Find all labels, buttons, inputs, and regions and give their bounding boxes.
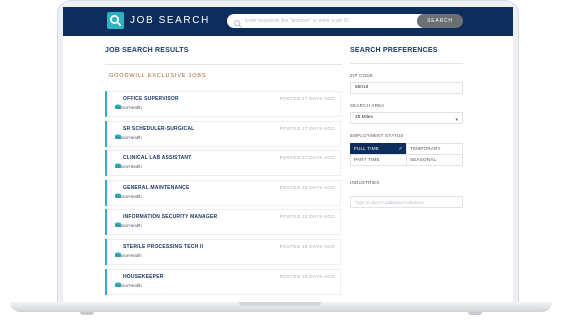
- laptop-foot-right: [468, 312, 482, 315]
- logo-text[interactable]: JOB SEARCH: [130, 15, 210, 26]
- employment-status-label: EMPLOYMENT STATUS: [350, 133, 404, 138]
- job-title[interactable]: SR SCHEDULER-SURGICAL: [123, 126, 194, 132]
- briefcase-icon: [115, 155, 121, 169]
- site-header: JOB SEARCH SEARCH: [63, 7, 513, 36]
- job-card[interactable]: HOUSEKEEPER HonorHealth POSTED 19 DAYS A…: [105, 268, 341, 295]
- option-label: PART TIME: [354, 157, 380, 162]
- job-card[interactable]: GENERAL MAINTENANCE HonorHealth POSTED 1…: [105, 179, 341, 206]
- job-posted-date: POSTED 17 DAYS AGO: [279, 155, 335, 161]
- section-label: GOODWILL EXCLUSIVE JOBS: [109, 73, 207, 79]
- job-title[interactable]: STERILE PROCESSING TECH II: [123, 244, 203, 250]
- job-posted-date: POSTED 18 DAYS AGO: [279, 184, 335, 190]
- job-company: HonorHealth: [116, 134, 142, 140]
- job-card[interactable]: STERILE PROCESSING TECH II HonorHealth P…: [105, 238, 341, 265]
- job-title[interactable]: HOUSEKEEPER: [123, 274, 164, 280]
- job-posted-date: POSTED 18 DAYS AGO: [279, 243, 335, 249]
- job-company: HonorHealth: [116, 223, 142, 229]
- job-company: HonorHealth: [116, 105, 142, 110]
- job-company: HonorHealth: [116, 164, 142, 170]
- zip-label: ZIP CODE: [350, 73, 374, 78]
- option-label: SEASONAL: [410, 157, 437, 162]
- zip-value: 85018: [355, 85, 369, 90]
- search-button[interactable]: SEARCH: [417, 14, 463, 28]
- job-posted-date: POSTED 18 DAYS AGO: [279, 214, 335, 220]
- briefcase-icon: [115, 244, 121, 257]
- job-card[interactable]: CLINICAL LAB ASSISTANT HonorHealth POSTE…: [105, 150, 341, 177]
- laptop-notch: [239, 302, 321, 306]
- job-card[interactable]: OFFICE SUPERVISOR HonorHealth POSTED 17 …: [105, 91, 341, 117]
- checkmark-icon: ✓: [398, 146, 403, 152]
- results-title: JOB SEARCH RESULTS: [105, 47, 189, 54]
- job-title[interactable]: GENERAL MAINTENANCE: [123, 185, 190, 191]
- search-area-select[interactable]: 25 Miles ▾: [350, 112, 463, 124]
- job-card[interactable]: INFORMATION SECURITY MANAGER HonorHealth…: [105, 209, 341, 236]
- job-posted-date: POSTED 17 DAYS AGO: [279, 125, 335, 131]
- briefcase-icon: [115, 96, 121, 109]
- chevron-down-icon: ▾: [455, 117, 458, 123]
- browser-screen: JOB SEARCH SEARCH JOB SEARCH RESULTS GOO…: [63, 7, 513, 302]
- job-posted-date: POSTED 19 DAYS AGO: [279, 273, 335, 279]
- briefcase-icon: [115, 214, 121, 228]
- search-bar: [227, 14, 427, 28]
- laptop-foot-left: [80, 312, 94, 315]
- industries-input[interactable]: [350, 196, 463, 208]
- job-title[interactable]: OFFICE SUPERVISOR: [123, 96, 179, 102]
- option-part-time[interactable]: PART TIME: [350, 154, 407, 166]
- zip-field[interactable]: 85018: [350, 82, 463, 94]
- search-input[interactable]: [245, 14, 423, 28]
- search-area-value: 25 Miles: [355, 115, 373, 120]
- option-seasonal[interactable]: SEASONAL: [406, 154, 463, 166]
- option-label: TEMPORARY: [410, 146, 441, 151]
- job-company: HonorHealth: [116, 282, 142, 288]
- job-list: OFFICE SUPERVISOR HonorHealth POSTED 17 …: [105, 91, 341, 298]
- industries-label: INDUSTRIES: [350, 180, 380, 185]
- briefcase-icon: [115, 126, 121, 139]
- search-icon: [233, 16, 243, 28]
- search-area-label: SEARCH AREA: [350, 103, 385, 108]
- results-divider: [105, 64, 342, 65]
- job-company: HonorHealth: [116, 252, 142, 258]
- job-title[interactable]: INFORMATION SECURITY MANAGER: [123, 214, 217, 220]
- preferences-divider: [350, 63, 463, 64]
- option-label: FULL TIME: [354, 146, 380, 151]
- job-title[interactable]: CLINICAL LAB ASSISTANT: [123, 155, 191, 161]
- briefcase-icon: [115, 185, 121, 198]
- preferences-title: SEARCH PREFERENCES: [350, 47, 438, 54]
- job-posted-date: POSTED 17 DAYS AGO: [279, 96, 335, 101]
- logo-search-icon[interactable]: [107, 12, 124, 29]
- briefcase-icon: [115, 274, 121, 287]
- job-card[interactable]: SR SCHEDULER-SURGICAL HonorHealth POSTED…: [105, 120, 341, 147]
- job-company: HonorHealth: [116, 193, 142, 199]
